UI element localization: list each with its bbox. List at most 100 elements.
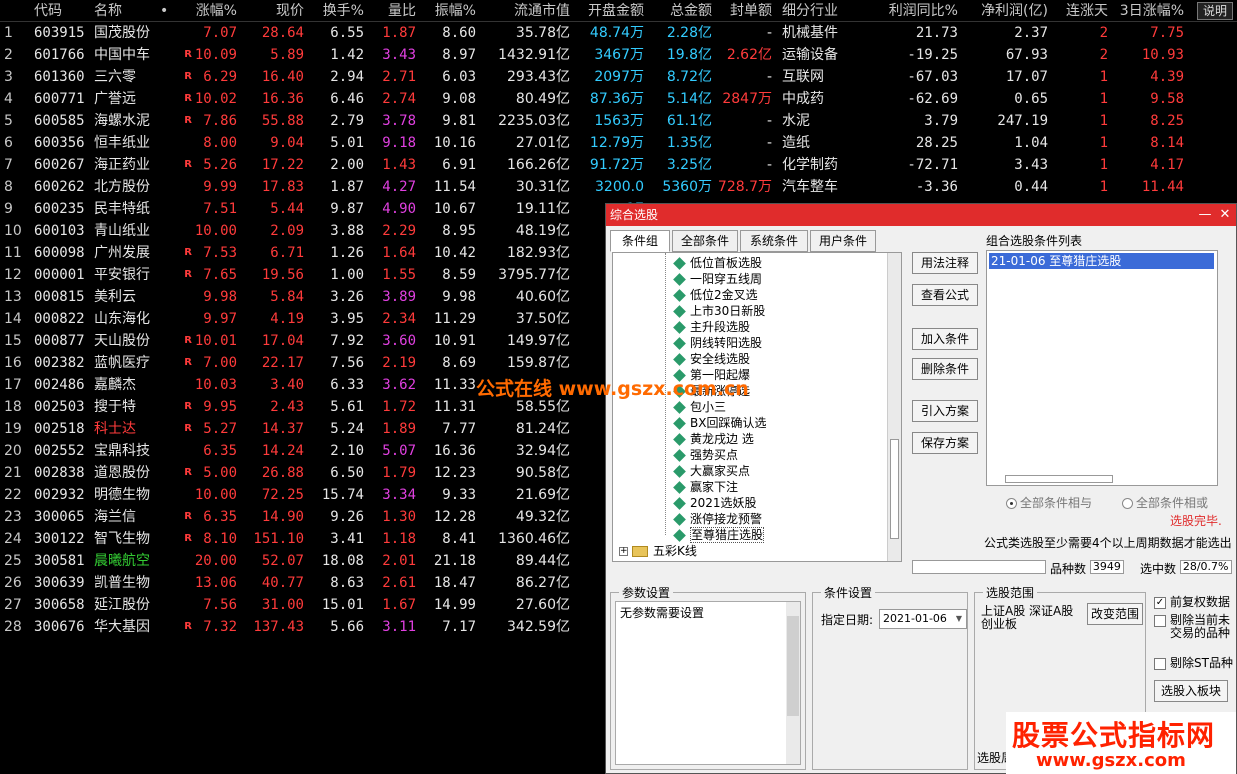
date-value: 2021-01-06 (883, 612, 947, 625)
tree-item[interactable]: 安全线选股 (673, 351, 750, 367)
cell-amp: 8.59 (442, 267, 476, 283)
tree-item[interactable]: 2021选妖股 (673, 495, 757, 511)
table-row[interactable]: 5 600585 海螺水泥 R 7.86 55.88 2.79 3.78 9.81 2235.03… (0, 110, 1237, 132)
tab-condition-group[interactable]: 条件组 (610, 230, 670, 252)
tree-item[interactable]: 包小三 (673, 399, 726, 415)
tree-item[interactable]: 上市30日新股 (673, 303, 765, 319)
check-exclude-untraded-line1: 剔除当前未 (1170, 613, 1231, 627)
cell-name: 搜于特 (94, 399, 136, 415)
table-row[interactable]: 3 601360 三六零 R 6.29 16.40 2.94 2.71 6.03 293.43亿 2… (0, 66, 1237, 88)
tree-item[interactable]: 至尊猎庄选股 (673, 527, 765, 543)
cell-mcap: 1432.91亿 (498, 47, 570, 63)
tree-item[interactable]: 强势买点 (673, 447, 738, 463)
chevron-down-icon[interactable]: ▼ (952, 610, 966, 628)
tree-item[interactable]: 低位2金叉选 (673, 287, 758, 303)
check-forward-adjust[interactable]: ✓ 前复权数据 (1154, 593, 1230, 610)
column-header[interactable]: 封单额 (714, 0, 772, 22)
cell-price: 17.22 (261, 157, 304, 173)
change-range-button[interactable]: 改变范围 (1087, 603, 1143, 625)
column-header[interactable]: 细分行业 (782, 0, 862, 22)
column-header[interactable]: 流通市值 (478, 0, 570, 22)
usage-notes-button[interactable]: 用法注释 (912, 252, 978, 274)
cell-turn: 5.01 (330, 135, 364, 151)
column-header[interactable]: 现价 (240, 0, 304, 22)
column-header[interactable]: 开盘金额 (572, 0, 644, 22)
column-header[interactable]: 3日涨幅% (1108, 0, 1184, 22)
param-scrollbar-thumb[interactable] (787, 616, 799, 716)
check-exclude-untraded[interactable]: 剔除当前未 交易的品种 (1154, 614, 1230, 640)
import-plan-button[interactable]: 引入方案 (912, 400, 978, 422)
view-formula-button[interactable]: 查看公式 (912, 284, 978, 306)
table-row[interactable]: 6 600356 恒丰纸业 8.00 9.04 5.01 9.18 10.16 27.01亿 12… (0, 132, 1237, 154)
cell-code: 000001 (34, 267, 85, 283)
cell-turn: 1.42 (330, 47, 364, 63)
stock-screener-dialog: 综合选股 — ✕ 条件组 全部条件 系统条件 用户条件 低位首板选股 一阳穿五线周… (605, 203, 1237, 774)
tab-all-conditions[interactable]: 全部条件 (672, 230, 738, 252)
table-row[interactable]: 4 600771 广誉远 R 10.02 16.36 6.46 2.74 9.08 80.49亿 8… (0, 88, 1237, 110)
cell-name: 道恩股份 (94, 465, 150, 481)
radio-all-and[interactable]: 全部条件相与 (1006, 494, 1092, 511)
table-row[interactable]: 1 603915 国茂股份 7.07 28.64 6.55 1.87 8.60 35.78亿 48… (0, 22, 1237, 44)
table-row[interactable]: 8 600262 北方股份 9.99 17.83 1.87 4.27 11.54 30.31亿 3… (0, 176, 1237, 198)
column-header[interactable]: 涨幅% (190, 0, 237, 22)
tree-item[interactable]: BX回踩确认选 (673, 415, 766, 431)
formula-icon (673, 401, 686, 414)
column-header[interactable]: • (160, 0, 176, 22)
cell-mcap: 166.26亿 (507, 157, 570, 173)
help-button[interactable]: 说明 (1196, 2, 1233, 20)
param-memo[interactable]: 无参数需要设置 (615, 601, 801, 765)
cell-d3: 9.58 (1150, 91, 1184, 107)
cell-i: 24 (4, 531, 22, 547)
cell-turn: 18.08 (321, 553, 364, 569)
column-header[interactable]: 换手% (304, 0, 364, 22)
condition-settings-title: 条件设置 (821, 584, 876, 601)
column-header[interactable]: 总金额 (646, 0, 712, 22)
cell-ind: 造纸 (782, 135, 810, 151)
param-scrollbar[interactable] (786, 602, 800, 764)
cell-price: 5.89 (270, 47, 304, 63)
add-condition-button[interactable]: 加入条件 (912, 328, 978, 350)
column-header[interactable]: 利润同比% (862, 0, 958, 22)
tree-item[interactable]: 大赢家买点 (673, 463, 750, 479)
tab-system-conditions[interactable]: 系统条件 (740, 230, 808, 252)
radio-all-or[interactable]: 全部条件相或 (1122, 494, 1208, 511)
tree-item[interactable]: 阴线转阳选股 (673, 335, 762, 351)
tree-item[interactable]: 主升段选股 (673, 319, 750, 335)
column-header[interactable]: 连涨天 (1048, 0, 1108, 22)
tree-scrollbar[interactable] (887, 253, 901, 561)
cell-mcap: 342.59亿 (507, 619, 570, 635)
date-select[interactable]: 2021-01-06 ▼ (879, 609, 967, 629)
cell-r: R (184, 49, 192, 60)
condition-list-hscroll[interactable] (1005, 475, 1113, 483)
cell-code: 000877 (34, 333, 85, 349)
check-exclude-st[interactable]: 剔除ST品种 (1154, 654, 1233, 671)
close-icon[interactable]: ✕ (1216, 204, 1234, 226)
tab-user-conditions[interactable]: 用户条件 (810, 230, 876, 252)
tree-item[interactable]: 赢家下注 (673, 479, 738, 495)
expand-icon[interactable]: + (619, 547, 628, 556)
tree-item[interactable]: 一阳穿五线周 (673, 271, 762, 287)
column-header[interactable]: 量比 (366, 0, 416, 22)
column-header[interactable]: 名称 (94, 0, 170, 22)
cell-r: R (184, 423, 192, 434)
tree-scrollbar-thumb[interactable] (890, 439, 899, 539)
condition-list-item[interactable]: 21-01-06 至尊猎庄选股 (989, 253, 1214, 269)
delete-condition-button[interactable]: 删除条件 (912, 358, 978, 380)
tree-folder-colored-kline[interactable]: + 五彩K线 (619, 543, 697, 559)
minimize-icon[interactable]: — (1196, 204, 1214, 226)
column-header[interactable]: 振幅% (418, 0, 476, 22)
save-plan-button[interactable]: 保存方案 (912, 432, 978, 454)
column-header[interactable]: 净利润(亿) (958, 0, 1048, 22)
table-row[interactable]: 2 601766 中国中车 R 10.09 5.89 1.42 3.43 8.97 1432.91… (0, 44, 1237, 66)
cell-vr: 9.18 (382, 135, 416, 151)
tree-item[interactable]: 黄龙戌边 选 (673, 431, 754, 447)
tree-item[interactable]: 低位首板选股 (673, 255, 762, 271)
cell-r: R (184, 269, 192, 280)
cell-profit: 21.73 (915, 25, 958, 41)
cell-turn: 7.92 (330, 333, 364, 349)
condition-list[interactable]: 21-01-06 至尊猎庄选股 (986, 250, 1218, 486)
column-header[interactable]: 代码 (34, 0, 92, 22)
table-row[interactable]: 7 600267 海正药业 R 5.26 17.22 2.00 1.43 6.91 166.26亿… (0, 154, 1237, 176)
tree-item[interactable]: 涨停接龙预警 (673, 511, 762, 527)
add-to-block-button[interactable]: 选股入板块 (1154, 680, 1228, 702)
